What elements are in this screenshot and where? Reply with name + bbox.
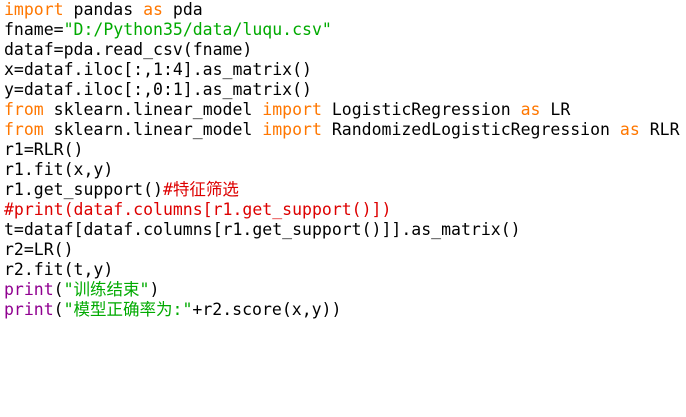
code-line: y=dataf.iloc[:,0:1].as_matrix() — [4, 80, 684, 100]
code-token-plain: x=dataf.iloc[:,1:4].as_matrix() — [4, 60, 312, 79]
code-token-str: "D:/Python35/data/luqu.csv" — [63, 20, 332, 39]
code-token-plain: +r2.score(x,y)) — [192, 300, 342, 319]
code-token-plain: r1.fit(x,y) — [4, 160, 114, 179]
code-token-plain: ( — [53, 280, 64, 299]
code-line: from sklearn.linear_model import Randomi… — [4, 120, 684, 140]
code-token-plain: sklearn.linear_model — [43, 120, 263, 139]
code-line: r1.fit(x,y) — [4, 160, 684, 180]
code-line: import pandas as pda — [4, 0, 684, 20]
code-token-plain: sklearn.linear_model — [43, 100, 263, 119]
code-token-plain: RLR — [639, 120, 680, 139]
code-line: r2.fit(t,y) — [4, 260, 684, 280]
code-token-str: "模型正确率为:" — [63, 300, 193, 319]
code-token-plain: y=dataf.iloc[:,0:1].as_matrix() — [4, 80, 312, 99]
code-token-builtin: print — [4, 280, 54, 299]
code-token-kw: import — [262, 120, 322, 139]
code-token-kw: as — [143, 0, 163, 19]
code-token-plain: RandomizedLogisticRegression — [321, 120, 620, 139]
code-token-plain: pda — [162, 0, 203, 19]
code-line: from sklearn.linear_model import Logisti… — [4, 100, 684, 120]
code-line: r1.get_support()#特征筛选 — [4, 180, 684, 200]
code-token-plain: r2.fit(t,y) — [4, 260, 114, 279]
code-token-kw: import — [4, 0, 64, 19]
code-line: print("训练结束") — [4, 280, 684, 300]
code-token-plain: r1.get_support() — [4, 180, 163, 199]
code-token-kw: as — [619, 120, 640, 139]
code-token-builtin: print — [4, 300, 54, 319]
code-token-plain: ) — [149, 280, 160, 299]
code-token-plain: ( — [53, 300, 64, 319]
code-line: #print(dataf.columns[r1.get_support()]) — [4, 200, 684, 220]
code-token-plain: r2=LR() — [4, 240, 74, 259]
code-token-cmt: #print(dataf.columns[r1.get_support()]) — [4, 200, 392, 219]
code-line: t=dataf[dataf.columns[r1.get_support()]]… — [4, 220, 684, 240]
code-line: dataf=pda.read_csv(fname) — [4, 40, 684, 60]
code-token-cmt: #特征筛选 — [162, 180, 239, 199]
code-editor[interactable]: import pandas as pda fname="D:/Python35/d… — [4, 0, 684, 417]
code-token-plain: fname= — [4, 20, 64, 39]
code-token-plain: dataf=pda.read_csv(fname) — [4, 40, 253, 59]
code-line: x=dataf.iloc[:,1:4].as_matrix() — [4, 60, 684, 80]
code-line: r2=LR() — [4, 240, 684, 260]
code-line: fname="D:/Python35/data/luqu.csv" — [4, 20, 684, 40]
code-token-plain: t=dataf[dataf.columns[r1.get_support()]]… — [4, 220, 521, 239]
code-token-kw: from — [4, 120, 44, 139]
code-token-plain: LogisticRegression — [321, 100, 521, 119]
code-token-plain: pandas — [63, 0, 144, 19]
code-line: print("模型正确率为:"+r2.score(x,y)) — [4, 300, 684, 320]
code-token-kw: import — [262, 100, 322, 119]
code-token-plain: LR — [540, 100, 571, 119]
code-token-kw: from — [4, 100, 44, 119]
code-token-kw: as — [520, 100, 541, 119]
code-token-plain: r1=RLR() — [4, 140, 84, 159]
code-token-str: "训练结束" — [63, 280, 150, 299]
code-line: r1=RLR() — [4, 140, 684, 160]
